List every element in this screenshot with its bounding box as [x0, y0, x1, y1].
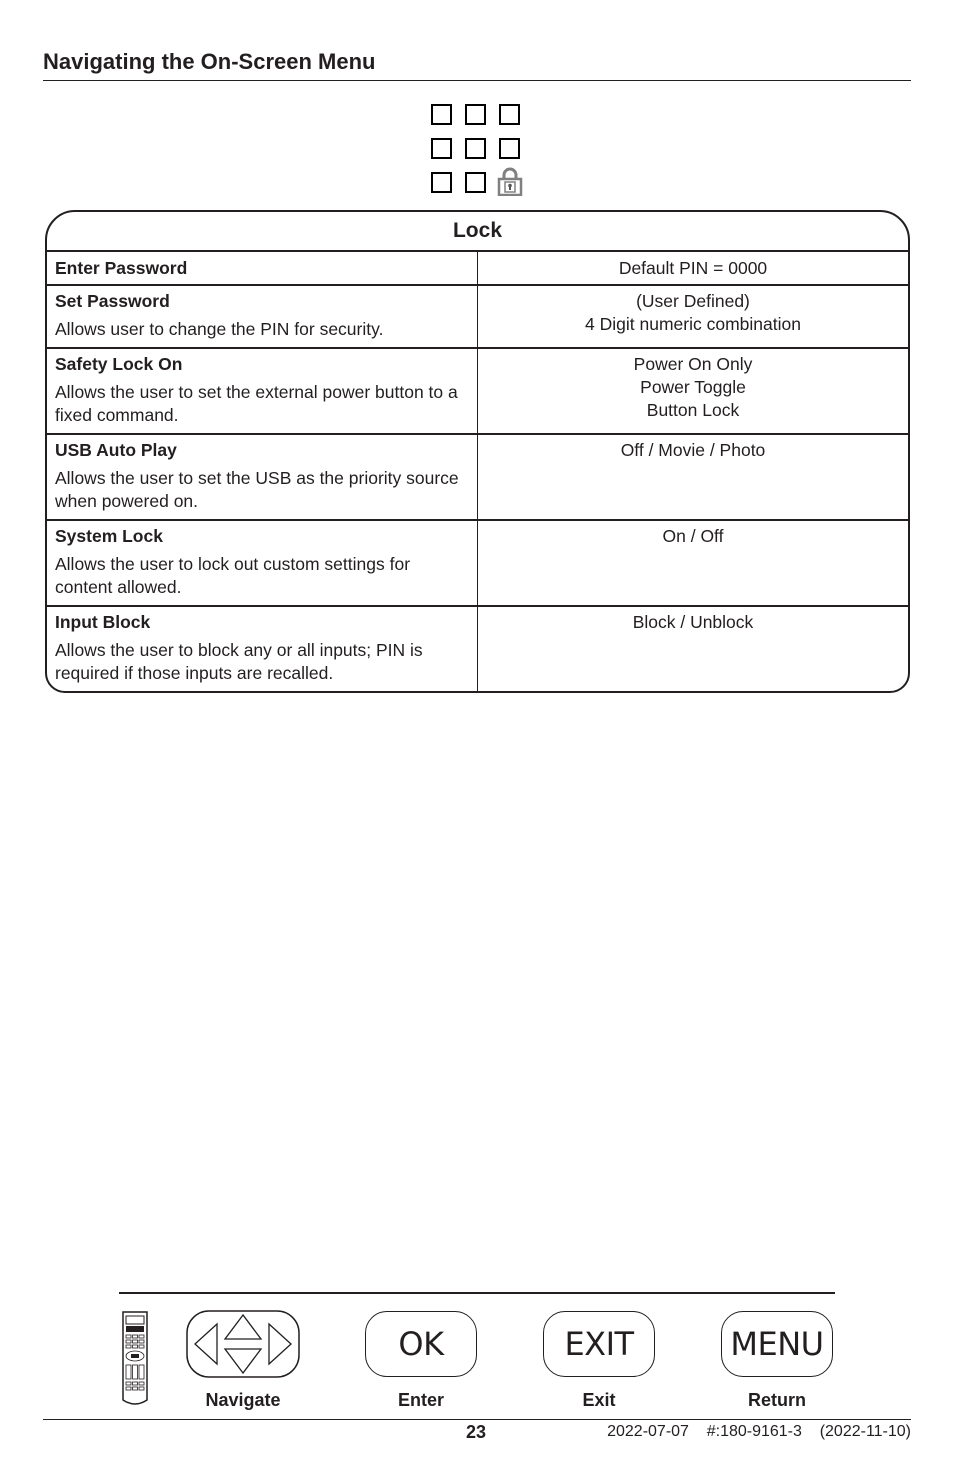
grid-cell-icon: [431, 172, 452, 193]
footer-divider: [43, 1419, 911, 1420]
item-option: On / Off: [662, 526, 724, 546]
menu-key: MENU: [721, 1311, 833, 1377]
item-description: Allows the user to set the external powe…: [55, 382, 458, 425]
table-row-input-block: Input Block Allows the user to block any…: [47, 607, 908, 691]
table-row-enter-password: Enter Password Default PIN = 0000: [47, 252, 908, 286]
table-row-system-lock: System Lock Allows the user to lock out …: [47, 521, 908, 607]
grid-cell-icon: [465, 104, 486, 125]
title-divider: [43, 80, 911, 81]
item-option: Off / Movie / Photo: [620, 440, 766, 460]
item-name: Input Block: [55, 612, 151, 632]
navigate-arrows-icon: [186, 1310, 300, 1378]
return-caption: Return: [748, 1390, 806, 1410]
table-row-safety-lock-on: Safety Lock On Allows the user to set th…: [47, 349, 908, 435]
exit-caption: Exit: [582, 1390, 616, 1410]
item-option: Button Lock: [646, 400, 740, 420]
item-name: Set Password: [55, 291, 170, 311]
enter-caption: Enter: [397, 1390, 444, 1410]
item-option: (User Defined): [636, 291, 750, 311]
item-name: System Lock: [55, 526, 163, 546]
item-option: Block / Unblock: [632, 612, 754, 632]
item-description: Allows the user to lock out custom setti…: [55, 554, 411, 597]
grid-cell-icon: [499, 138, 520, 159]
table-row-set-password: Set Password Allows user to change the P…: [47, 286, 908, 349]
grid-cell-icon: [431, 138, 452, 159]
page-number: 23: [466, 1422, 487, 1442]
remote-control-icon: [122, 1311, 148, 1405]
item-option: Power On Only: [633, 354, 753, 374]
table-row-usb-auto-play: USB Auto Play Allows the user to set the…: [47, 435, 908, 521]
item-option: Power Toggle: [640, 377, 746, 397]
item-name: Safety Lock On: [55, 354, 183, 374]
item-option: Default PIN = 0000: [618, 258, 768, 278]
table-title: Lock: [47, 212, 908, 252]
page-title: Navigating the On-Screen Menu: [43, 49, 376, 74]
navigate-caption: Navigate: [205, 1390, 281, 1410]
lock-settings-table: Lock Enter Password Default PIN = 0000 S…: [45, 210, 910, 693]
grid-cell-icon: [499, 104, 520, 125]
item-option: 4 Digit numeric combination: [585, 314, 801, 334]
item-description: Allows the user to set the USB as the pr…: [55, 468, 459, 511]
document-meta: 2022-07-07 #:180-9161-3 (2022-11-10): [607, 1423, 911, 1440]
exit-key: EXIT: [543, 1311, 655, 1377]
item-description: Allows the user to block any or all inpu…: [55, 640, 423, 683]
grid-cell-icon: [431, 104, 452, 125]
lock-menu-grid-icon: [431, 104, 524, 197]
item-name: Enter Password: [55, 258, 188, 278]
grid-cell-icon: [465, 172, 486, 193]
legend-divider: [119, 1292, 835, 1294]
item-name: USB Auto Play: [55, 440, 177, 460]
lock-icon: [497, 167, 523, 196]
item-description: Allows user to change the PIN for securi…: [55, 319, 384, 339]
grid-cell-icon: [465, 138, 486, 159]
ok-key: OK: [365, 1311, 477, 1377]
